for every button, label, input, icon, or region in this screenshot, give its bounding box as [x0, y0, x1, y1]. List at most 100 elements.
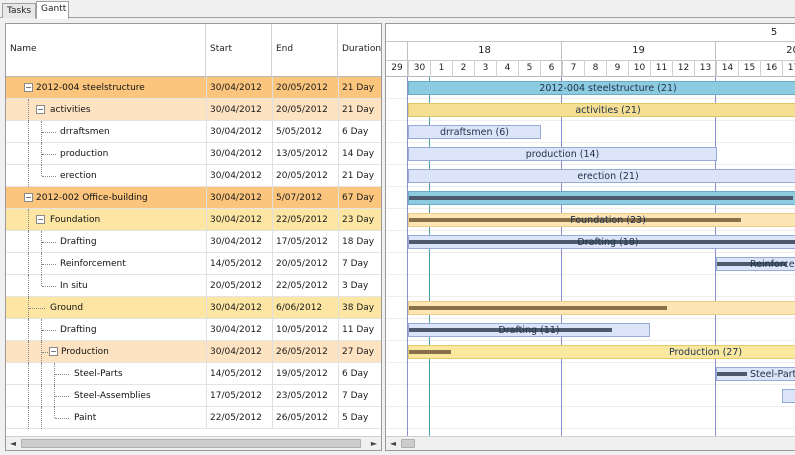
week-label: 18 — [478, 45, 491, 56]
task-start: 30/04/2012 — [210, 215, 262, 225]
task-name: activities — [50, 105, 91, 115]
gantt-bar[interactable] — [782, 389, 795, 403]
task-end: 17/05/2012 — [276, 237, 328, 247]
week-label: 19 — [632, 45, 645, 56]
gantt-bar[interactable]: Drafting (18) — [408, 235, 795, 249]
task-name: Drafting — [60, 237, 97, 247]
task-duration: 3 Day — [342, 281, 369, 291]
table-row[interactable]: production 30/04/2012 13/05/2012 14 Day — [6, 143, 381, 165]
gantt-chart: 5 18 19 20 29 30 1 2 3 4 5 6 7 8 9 10 11… — [385, 23, 795, 451]
gantt-bar[interactable]: Drafting (11) — [408, 323, 650, 337]
gantt-bar[interactable]: Foundation (23) — [408, 213, 795, 227]
scrollbar-thumb[interactable] — [21, 439, 361, 448]
task-name: 2012-002 Office-building — [36, 193, 148, 203]
day-label: 14 — [716, 60, 738, 77]
task-start: 20/05/2012 — [210, 281, 262, 291]
day-label: 29 — [391, 63, 403, 73]
collapse-icon[interactable]: − — [49, 347, 58, 356]
table-row[interactable]: − Production 30/04/2012 26/05/2012 27 Da… — [6, 341, 381, 363]
table-row[interactable]: Drafting 30/04/2012 17/05/2012 18 Day — [6, 231, 381, 253]
task-end: 10/05/2012 — [276, 325, 328, 335]
gantt-bar[interactable]: erection (21) — [408, 169, 795, 183]
table-row[interactable]: Ground 30/04/2012 6/06/2012 38 Day — [6, 297, 381, 319]
day-label: 9 — [606, 60, 628, 77]
task-duration: 11 Day — [342, 325, 375, 335]
day-label: 10 — [628, 60, 650, 77]
day-label: 13 — [694, 60, 716, 77]
task-name: Drafting — [60, 325, 97, 335]
task-name: Steel-Assemblies — [74, 391, 151, 401]
table-row[interactable]: drraftsmen 30/04/2012 5/05/2012 6 Day — [6, 121, 381, 143]
task-end: 20/05/2012 — [276, 259, 328, 269]
table-row[interactable]: − activities 30/04/2012 20/05/2012 21 Da… — [6, 99, 381, 121]
tab-gantt[interactable]: Gantt — [36, 1, 69, 19]
table-row[interactable]: In situ 20/05/2012 22/05/2012 3 Day — [6, 275, 381, 297]
table-row[interactable]: Reinforcement 14/05/2012 20/05/2012 7 Da… — [6, 253, 381, 275]
gantt-bar[interactable] — [408, 301, 795, 315]
day-label: 3 — [474, 60, 496, 77]
scroll-right-icon[interactable]: ► — [367, 437, 381, 450]
task-duration: 14 Day — [342, 149, 375, 159]
task-start: 30/04/2012 — [210, 171, 262, 181]
task-name: Ground — [50, 303, 84, 313]
task-name: 2012-004 steelstructure — [36, 83, 145, 93]
gantt-bar[interactable]: Reinforce — [716, 257, 795, 271]
day-label: 7 — [562, 60, 584, 77]
grid-horizontal-scrollbar[interactable]: ◄ ► — [6, 436, 381, 450]
column-header-duration[interactable]: Duration — [338, 24, 381, 77]
table-row[interactable]: erection 30/04/2012 20/05/2012 21 Day — [6, 165, 381, 187]
grid-header: Name Start End Duration — [6, 24, 381, 77]
column-header-start[interactable]: Start — [206, 24, 272, 77]
table-row[interactable]: − 2012-002 Office-building 30/04/2012 5/… — [6, 187, 381, 209]
gantt-bar[interactable] — [408, 191, 795, 205]
table-row[interactable]: Steel-Parts 14/05/2012 19/05/2012 6 Day — [6, 363, 381, 385]
day-label: 2 — [452, 60, 474, 77]
scroll-left-icon[interactable]: ◄ — [386, 437, 400, 450]
scrollbar-thumb[interactable] — [401, 439, 415, 448]
day-label: 15 — [738, 60, 760, 77]
table-row[interactable]: Steel-Assemblies 17/05/2012 23/05/2012 7… — [6, 385, 381, 407]
month-label: 5 — [770, 27, 778, 38]
task-name: Steel-Parts — [74, 369, 123, 379]
task-name: Production — [61, 347, 109, 357]
task-end: 19/05/2012 — [276, 369, 328, 379]
gantt-bar[interactable]: Steel-Parts — [716, 367, 795, 381]
task-end: 22/05/2012 — [276, 215, 328, 225]
tab-tasks[interactable]: Tasks — [2, 3, 36, 18]
gantt-bar[interactable]: drraftsmen (6) — [408, 125, 541, 139]
gantt-bar[interactable]: Production (27) — [408, 345, 795, 359]
task-end: 20/05/2012 — [276, 105, 328, 115]
task-start: 30/04/2012 — [210, 127, 262, 137]
day-label: 30 — [408, 60, 430, 77]
collapse-icon[interactable]: − — [36, 105, 45, 114]
day-label: 16 — [760, 60, 782, 77]
column-header-end[interactable]: End — [272, 24, 338, 77]
table-row[interactable]: Paint 22/05/2012 26/05/2012 5 Day — [6, 407, 381, 429]
task-end: 6/06/2012 — [276, 303, 323, 313]
task-start: 30/04/2012 — [210, 105, 262, 115]
day-label: 4 — [496, 60, 518, 77]
gantt-bar[interactable]: 2012-004 steelstructure (21) — [408, 81, 795, 95]
day-label: 17 — [782, 60, 795, 77]
table-row[interactable]: − 2012-004 steelstructure 30/04/2012 20/… — [6, 77, 381, 99]
scroll-left-icon[interactable]: ◄ — [6, 437, 20, 450]
table-row[interactable]: − Foundation 30/04/2012 22/05/2012 23 Da… — [6, 209, 381, 231]
column-header-name[interactable]: Name — [6, 24, 206, 77]
day-label: 8 — [584, 60, 606, 77]
collapse-icon[interactable]: − — [36, 215, 45, 224]
task-name: Reinforcement — [60, 259, 126, 269]
task-start: 30/04/2012 — [210, 193, 262, 203]
gantt-bar[interactable]: activities (21) — [408, 103, 795, 117]
task-duration: 7 Day — [342, 391, 369, 401]
collapse-icon[interactable]: − — [24, 83, 33, 92]
collapse-icon[interactable]: − — [24, 193, 33, 202]
day-label: 6 — [540, 60, 562, 77]
task-end: 22/05/2012 — [276, 281, 328, 291]
task-end: 26/05/2012 — [276, 413, 328, 423]
chart-horizontal-scrollbar[interactable]: ◄ — [386, 436, 795, 450]
task-duration: 38 Day — [342, 303, 375, 313]
task-start: 30/04/2012 — [210, 149, 262, 159]
task-name: In situ — [60, 281, 88, 291]
table-row[interactable]: Drafting 30/04/2012 10/05/2012 11 Day — [6, 319, 381, 341]
gantt-bar[interactable]: production (14) — [408, 147, 717, 161]
